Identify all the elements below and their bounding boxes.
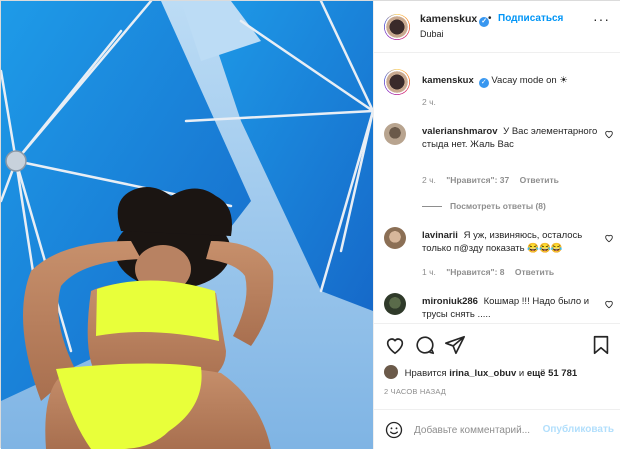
verified-badge-icon: ✓	[478, 78, 489, 88]
liker-avatar[interactable]	[384, 365, 398, 379]
author-username[interactable]: kamenskux ✓	[420, 13, 490, 27]
beach-umbrella-photo	[1, 1, 373, 449]
like-heart-icon[interactable]	[384, 334, 406, 356]
liker-username[interactable]: irina_lux_obuv	[449, 368, 516, 379]
commenter-avatar[interactable]	[384, 123, 406, 145]
likes-summary: Нравится irina_lux_obuv и ещё 51 781	[384, 365, 577, 379]
publish-button[interactable]: Опубликовать	[543, 424, 614, 435]
reply-button[interactable]: Ответить	[520, 175, 559, 185]
like-comment-heart-icon[interactable]	[604, 299, 614, 309]
comment-likes[interactable]: "Нравится": 8	[446, 267, 504, 277]
caption-text: Vacay mode on ☀	[491, 75, 568, 86]
comment-time[interactable]: 1 ч.	[422, 267, 436, 277]
likes-count[interactable]: ещё 51 781	[527, 368, 577, 379]
comment-item: lavinarii Я уж, извиняюсь, осталось толь…	[384, 227, 614, 287]
like-comment-heart-icon[interactable]	[604, 129, 614, 139]
comment-username[interactable]: mironiuk286	[422, 296, 478, 307]
comment-input[interactable]	[414, 420, 552, 440]
commenter-avatar[interactable]	[384, 293, 406, 315]
comment-body: lavinarii Я уж, извиняюсь, осталось толь…	[422, 229, 606, 255]
caption-time[interactable]: 2 ч.	[422, 97, 436, 107]
post-photo[interactable]	[1, 1, 373, 449]
comment-username[interactable]: lavinarii	[422, 230, 458, 241]
post-dialog: kamenskux ✓ • Подписаться Dubai ··· kamen…	[0, 0, 620, 449]
separator-dot: •	[488, 13, 492, 24]
follow-button[interactable]: Подписаться	[498, 13, 563, 24]
likes-middle: и	[518, 368, 525, 379]
comment-bubble-icon[interactable]	[414, 334, 436, 356]
caption-avatar[interactable]	[384, 69, 410, 95]
caption-item: kamenskux ✓ Vacay mode on ☀ 2 ч.	[384, 69, 614, 119]
comment-item: mironiuk286 Кошмар !!! Надо было и трусы…	[384, 293, 614, 323]
comment-item: valerianshmarov У Вас элементарного стыд…	[384, 123, 614, 213]
post-timestamp[interactable]: 2 ЧАСОВ НАЗАД	[384, 387, 446, 396]
view-replies-label: Посмотреть ответы (8)	[450, 201, 546, 211]
comment-likes[interactable]: "Нравится": 37	[446, 175, 509, 185]
likes-prefix: Нравится	[404, 368, 447, 379]
view-replies-button[interactable]: Посмотреть ответы (8)	[422, 201, 546, 211]
author-username-text[interactable]: kamenskux	[420, 13, 477, 25]
comment-time[interactable]: 2 ч.	[422, 175, 436, 185]
post-actions-bar	[374, 323, 620, 363]
bookmark-icon[interactable]	[590, 334, 612, 356]
post-header: kamenskux ✓ • Подписаться Dubai ···	[374, 1, 620, 53]
comment-body: valerianshmarov У Вас элементарного стыд…	[422, 125, 606, 151]
caption-meta: 2 ч.	[422, 97, 444, 107]
emoji-icon[interactable]	[384, 420, 404, 440]
comment-username[interactable]: valerianshmarov	[422, 126, 498, 137]
share-plane-icon[interactable]	[444, 334, 466, 356]
comments-list[interactable]: kamenskux ✓ Vacay mode on ☀ 2 ч. valerian…	[374, 53, 620, 323]
post-side-panel: kamenskux ✓ • Подписаться Dubai ··· kamen…	[373, 1, 620, 449]
add-comment-bar: Опубликовать	[374, 409, 620, 449]
post-location[interactable]: Dubai	[420, 29, 444, 39]
reply-button[interactable]: Ответить	[515, 267, 554, 277]
comment-meta: 1 ч. "Нравится": 8 Ответить	[422, 267, 562, 277]
comment-body: mironiuk286 Кошмар !!! Надо было и трусы…	[422, 295, 606, 321]
commenter-avatar[interactable]	[384, 227, 406, 249]
like-comment-heart-icon[interactable]	[604, 233, 614, 243]
author-avatar[interactable]	[384, 14, 410, 40]
ellipsis-icon[interactable]: ···	[593, 11, 610, 27]
caption-username[interactable]: kamenskux	[422, 75, 474, 86]
comment-meta: 2 ч. "Нравится": 37 Ответить	[422, 175, 567, 185]
caption-body: kamenskux ✓ Vacay mode on ☀	[422, 74, 606, 88]
